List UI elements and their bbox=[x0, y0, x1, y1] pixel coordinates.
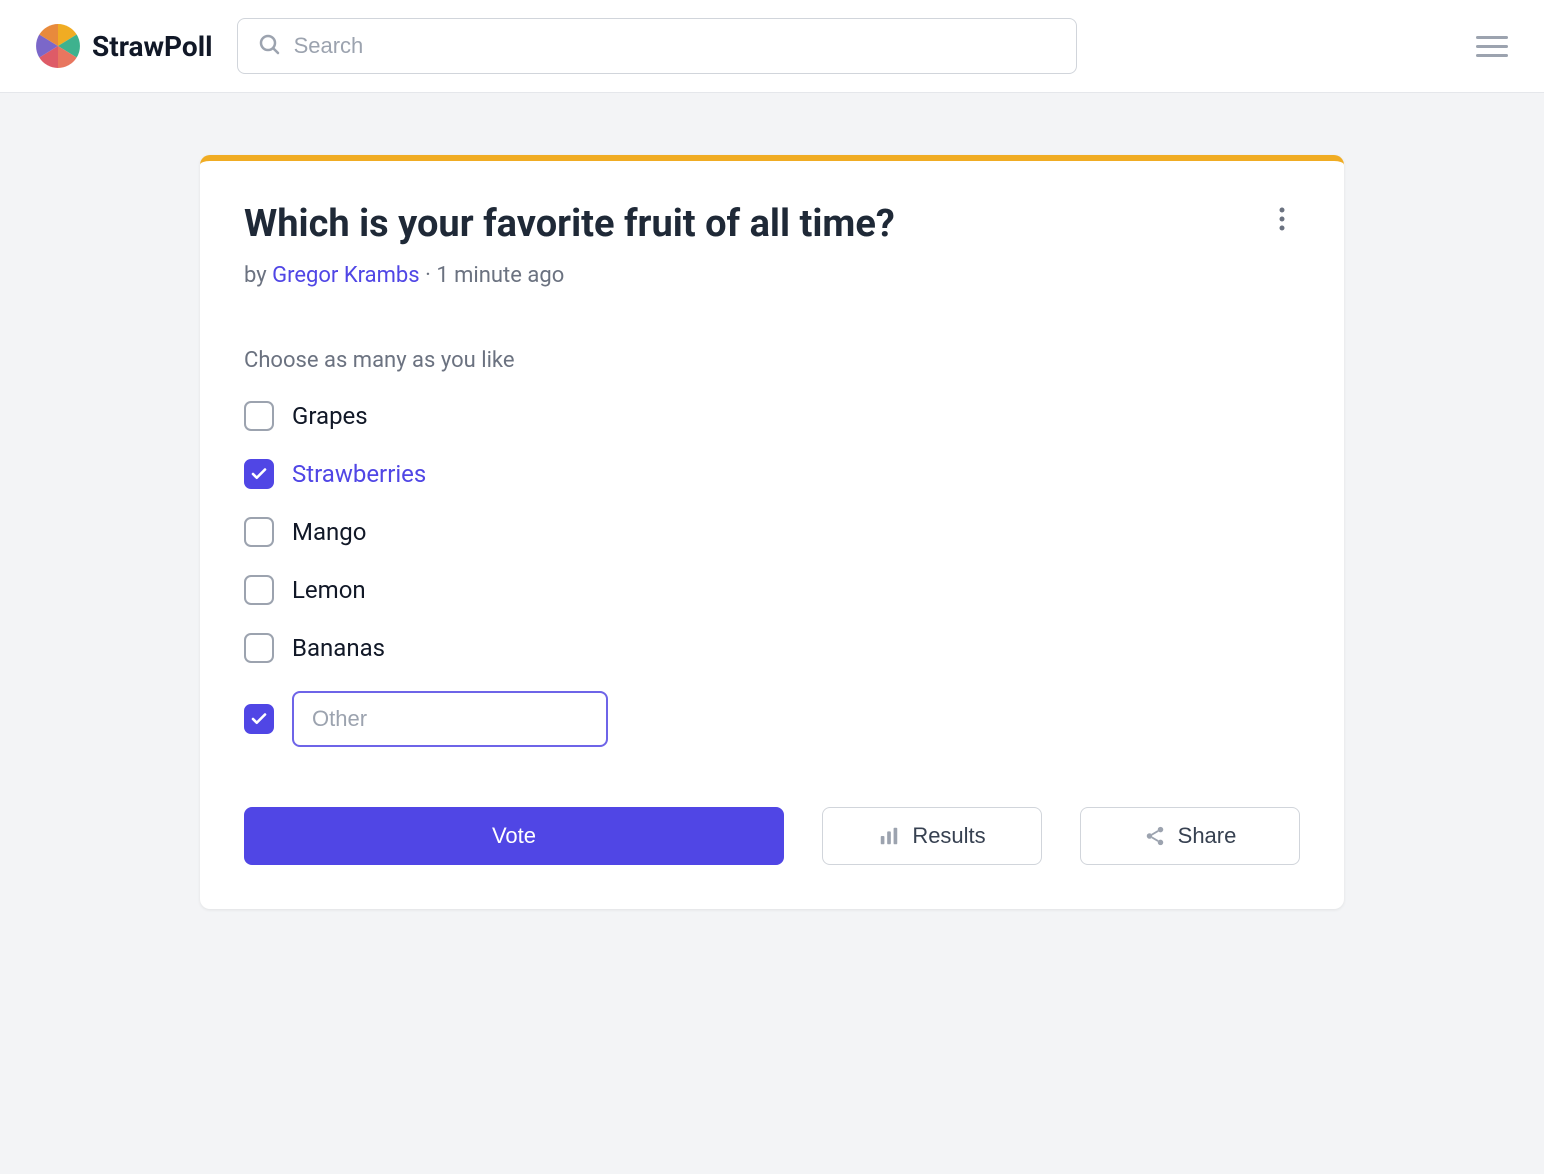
option-label: Grapes bbox=[292, 402, 368, 430]
poll-option[interactable]: Grapes bbox=[244, 401, 1300, 431]
poll-title: Which is your favorite fruit of all time… bbox=[244, 201, 895, 249]
poll-actions: Vote Results Share bbox=[244, 807, 1300, 865]
share-label: Share bbox=[1178, 823, 1237, 849]
checkbox[interactable] bbox=[244, 459, 274, 489]
option-label: Strawberries bbox=[292, 460, 426, 488]
poll-options: Grapes Strawberries Mango bbox=[244, 401, 1300, 747]
poll-option-other[interactable] bbox=[244, 691, 1300, 747]
checkbox[interactable] bbox=[244, 401, 274, 431]
poll-option[interactable]: Bananas bbox=[244, 633, 1300, 663]
hamburger-line bbox=[1476, 54, 1508, 57]
results-label: Results bbox=[912, 823, 985, 849]
check-icon bbox=[250, 465, 268, 483]
vote-button[interactable]: Vote bbox=[244, 807, 784, 865]
poll-header: Which is your favorite fruit of all time… bbox=[244, 201, 1300, 288]
hamburger-line bbox=[1476, 45, 1508, 48]
by-prefix: by bbox=[244, 263, 272, 288]
checkbox[interactable] bbox=[244, 633, 274, 663]
pie-logo-icon bbox=[36, 24, 80, 68]
menu-button[interactable] bbox=[1476, 30, 1508, 62]
checkbox[interactable] bbox=[244, 704, 274, 734]
more-options-button[interactable] bbox=[1264, 201, 1300, 237]
app-header: StrawPoll bbox=[0, 0, 1544, 93]
bar-chart-icon bbox=[878, 825, 900, 847]
option-label: Lemon bbox=[292, 576, 366, 604]
check-icon bbox=[250, 710, 268, 728]
results-button[interactable]: Results bbox=[822, 807, 1042, 865]
poll-byline: by Gregor Krambs · 1 minute ago bbox=[244, 263, 895, 288]
checkbox[interactable] bbox=[244, 575, 274, 605]
other-input[interactable] bbox=[292, 691, 608, 747]
more-vertical-icon bbox=[1279, 207, 1285, 231]
page-container: Which is your favorite fruit of all time… bbox=[172, 155, 1372, 909]
option-label: Bananas bbox=[292, 634, 385, 662]
hamburger-line bbox=[1476, 36, 1508, 39]
poll-instruction: Choose as many as you like bbox=[244, 348, 1300, 373]
brand-name: StrawPoll bbox=[92, 30, 213, 63]
search-icon bbox=[257, 32, 281, 60]
search-wrapper bbox=[237, 18, 1077, 74]
byline-separator: · bbox=[425, 263, 436, 288]
option-label: Mango bbox=[292, 518, 366, 546]
poll-option[interactable]: Lemon bbox=[244, 575, 1300, 605]
poll-option[interactable]: Mango bbox=[244, 517, 1300, 547]
brand-logo[interactable]: StrawPoll bbox=[36, 24, 213, 68]
share-button[interactable]: Share bbox=[1080, 807, 1300, 865]
poll-card: Which is your favorite fruit of all time… bbox=[200, 155, 1344, 909]
search-input[interactable] bbox=[237, 18, 1077, 74]
checkbox[interactable] bbox=[244, 517, 274, 547]
poll-option[interactable]: Strawberries bbox=[244, 459, 1300, 489]
author-link[interactable]: Gregor Krambs bbox=[272, 263, 420, 288]
poll-timestamp: 1 minute ago bbox=[436, 263, 564, 288]
share-icon bbox=[1144, 825, 1166, 847]
vote-label: Vote bbox=[492, 823, 536, 849]
